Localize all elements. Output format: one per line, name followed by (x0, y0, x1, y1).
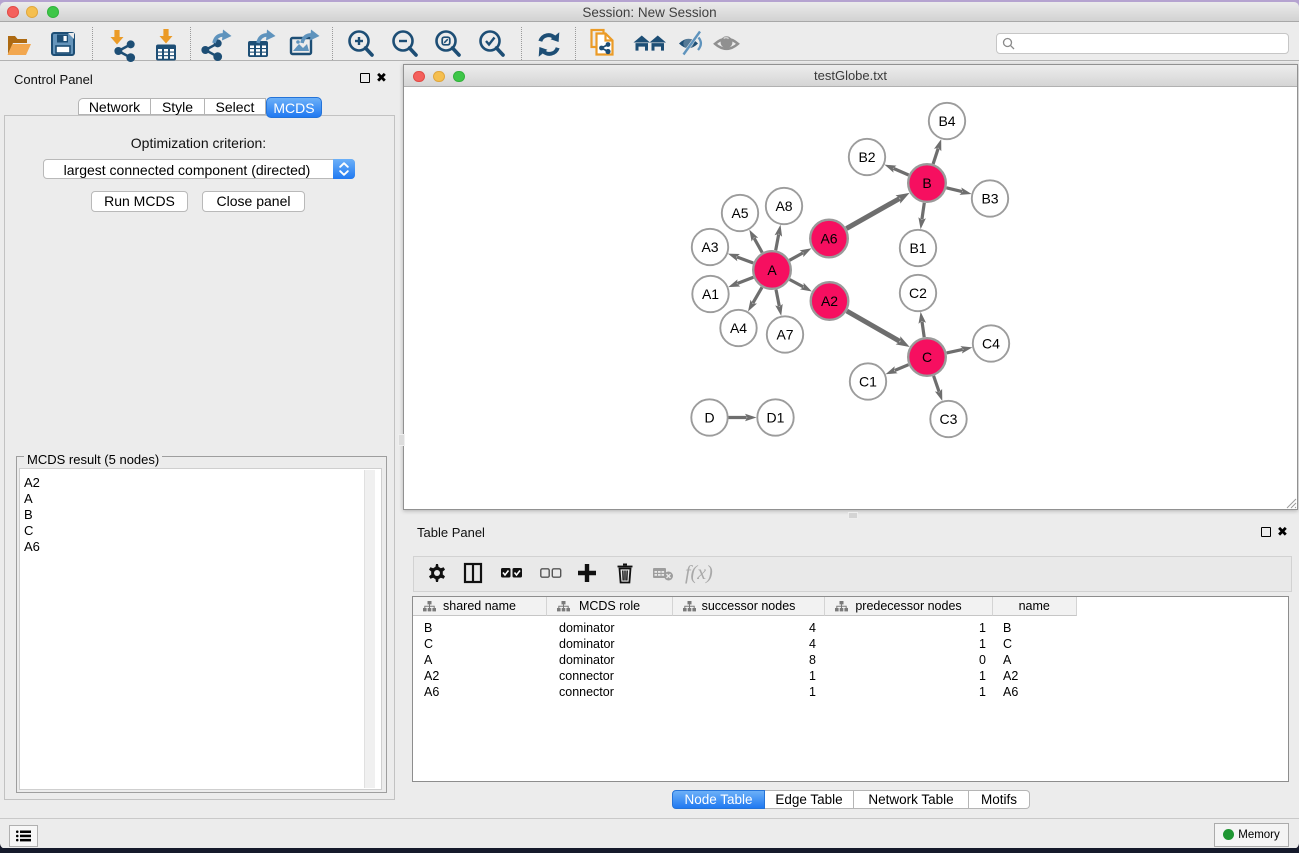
svg-text:f(x): f(x) (685, 562, 713, 584)
svg-text:C4: C4 (982, 336, 1000, 352)
svg-text:C: C (922, 349, 932, 365)
svg-text:B1: B1 (909, 240, 926, 256)
svg-text:A8: A8 (775, 198, 792, 214)
svg-text:A1: A1 (702, 286, 719, 302)
svg-text:A3: A3 (701, 239, 718, 255)
svg-text:D: D (704, 410, 714, 426)
svg-text:C2: C2 (909, 285, 927, 301)
svg-text:A5: A5 (731, 205, 748, 221)
svg-text:C3: C3 (940, 411, 958, 427)
svg-text:C1: C1 (859, 374, 877, 390)
svg-text:A7: A7 (776, 327, 793, 343)
svg-text:A6: A6 (820, 231, 837, 247)
svg-text:A4: A4 (730, 320, 747, 336)
svg-text:B: B (922, 175, 931, 191)
svg-text:B3: B3 (981, 191, 998, 207)
svg-text:A: A (767, 262, 777, 278)
svg-text:B4: B4 (938, 113, 955, 129)
svg-text:B2: B2 (858, 149, 875, 165)
svg-text:D1: D1 (767, 410, 785, 426)
svg-text:A2: A2 (821, 293, 838, 309)
